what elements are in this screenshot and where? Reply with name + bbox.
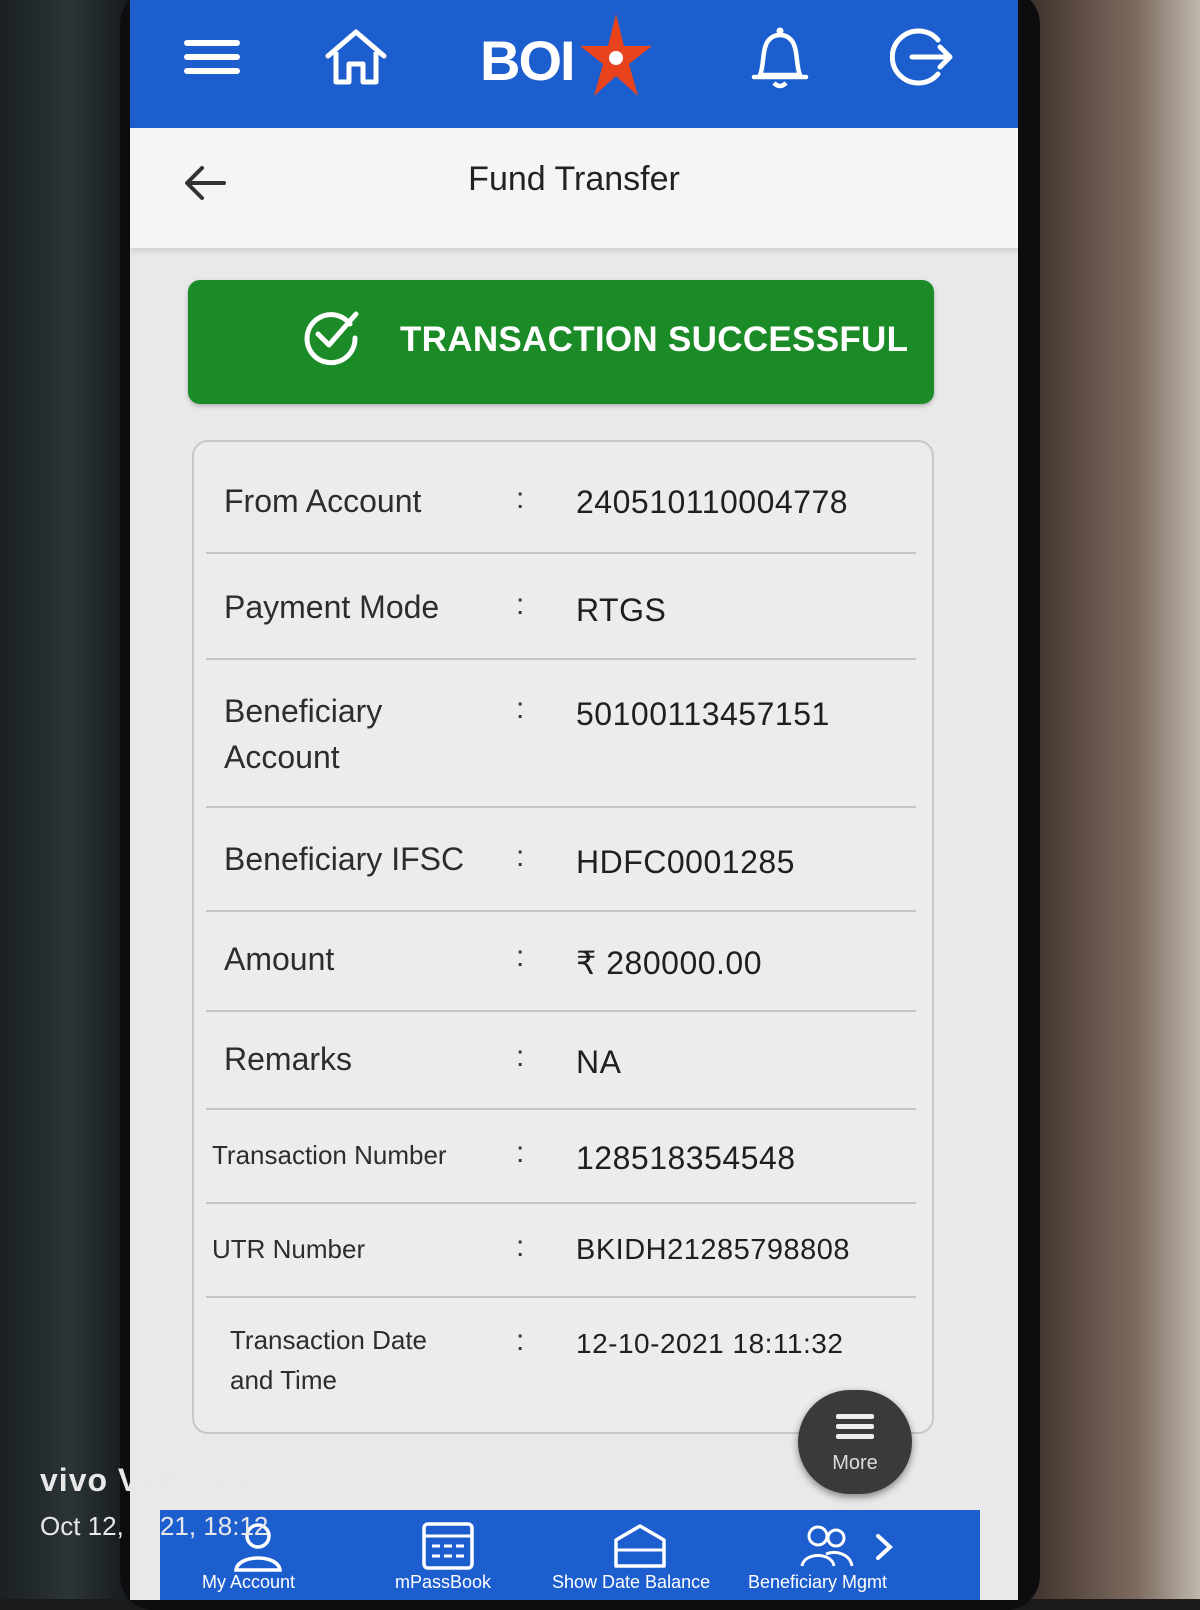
- camera-watermark: vivo V20 · Arya Oct 12, 2021, 18:12: [40, 1462, 270, 1542]
- detail-value: HDFC0001285: [576, 844, 795, 880]
- detail-value: ₹ 280000.00: [576, 945, 763, 981]
- more-label: More: [832, 1452, 878, 1474]
- chevron-right-icon[interactable]: [872, 1532, 896, 1562]
- detail-value: BKIDH21285798808: [576, 1234, 851, 1266]
- detail-label: Remarks: [224, 1041, 353, 1077]
- detail-separator: :: [516, 840, 525, 873]
- bottom-nav-label: Show Date Balance: [552, 1572, 711, 1592]
- detail-separator: :: [516, 1136, 525, 1169]
- top-app-bar: BOI: [130, 0, 1018, 128]
- detail-value: RTGS: [576, 592, 667, 628]
- detail-value: 50100113457151: [576, 696, 830, 732]
- detail-label: UTR Number: [212, 1234, 366, 1264]
- phone-frame: BOI Fund Transfer TRANSACTION SUCCESSFUL…: [120, 0, 1040, 1610]
- menu-icon[interactable]: [180, 22, 244, 92]
- title-bar: Fund Transfer: [130, 128, 1018, 248]
- passbook-icon: [422, 1522, 474, 1570]
- detail-separator: :: [516, 1230, 525, 1263]
- watermark-name: Arya: [204, 1462, 271, 1498]
- detail-separator: :: [516, 692, 525, 725]
- detail-separator: :: [516, 1040, 525, 1073]
- detail-row-utr-number: UTR Number : BKIDH21285798808: [206, 1204, 916, 1298]
- detail-row-transaction-number: Transaction Number : 128518354548: [206, 1110, 916, 1204]
- detail-value: 128518354548: [576, 1140, 796, 1176]
- balance-icon: [614, 1524, 666, 1568]
- boi-logo: BOI: [480, 10, 654, 110]
- bottom-nav-label: My Account: [202, 1572, 296, 1592]
- detail-label: Payment Mode: [224, 589, 440, 625]
- detail-label: Transaction Date and Time: [230, 1325, 428, 1395]
- detail-separator: :: [516, 482, 525, 515]
- detail-row-from-account: From Account : 240510110004778: [206, 442, 916, 554]
- detail-label: Beneficiary Account: [224, 693, 383, 775]
- detail-row-payment-mode: Payment Mode : RTGS: [206, 554, 916, 660]
- bottom-nav-label: mPassBook: [395, 1572, 492, 1592]
- detail-row-beneficiary-account: Beneficiary Account : 50100113457151: [206, 660, 916, 808]
- detail-value: NA: [576, 1044, 622, 1080]
- background-left: [0, 0, 140, 1599]
- detail-label: Amount: [224, 941, 335, 977]
- detail-separator: :: [516, 588, 525, 621]
- detail-row-remarks: Remarks : NA: [206, 1012, 916, 1110]
- app-screen: BOI Fund Transfer TRANSACTION SUCCESSFUL…: [130, 0, 1018, 1600]
- bottom-nav-label: Beneficiary Mgmt: [748, 1572, 888, 1592]
- detail-value: 240510110004778: [576, 484, 849, 520]
- logout-icon[interactable]: [888, 22, 958, 92]
- detail-label: Beneficiary IFSC: [224, 841, 465, 877]
- success-banner: TRANSACTION SUCCESSFUL: [188, 280, 934, 404]
- beneficiary-icon: [800, 1525, 854, 1567]
- bell-icon[interactable]: [745, 22, 815, 92]
- watermark-dot: ·: [186, 1462, 205, 1498]
- star-logo-icon: [579, 14, 652, 96]
- check-circle-icon: [300, 304, 362, 366]
- logo-text: BOI: [480, 28, 576, 92]
- detail-label: From Account: [224, 483, 422, 519]
- watermark-datetime: Oct 12, 2021, 18:12: [40, 1511, 269, 1541]
- detail-separator: :: [516, 940, 525, 973]
- detail-row-amount: Amount : ₹ 280000.00: [206, 912, 916, 1012]
- page-title: Fund Transfer: [468, 160, 680, 198]
- detail-row-transaction-datetime: Transaction Date and Time : 12-10-2021 1…: [206, 1298, 916, 1418]
- more-button[interactable]: More: [798, 1390, 912, 1494]
- watermark-device-line: vivo V20 · Arya: [40, 1462, 270, 1499]
- watermark-device: vivo V20: [40, 1462, 178, 1498]
- more-menu-icon: [836, 1414, 874, 1444]
- transaction-details-card: From Account : 240510110004778 Payment M…: [192, 440, 934, 1434]
- success-message: TRANSACTION SUCCESSFUL: [400, 320, 909, 359]
- detail-label: Transaction Number: [212, 1140, 447, 1170]
- bottom-nav: My Account mPassBook Show Date Balance B…: [160, 1510, 980, 1600]
- detail-value: 12-10-2021 18:11:32: [576, 1328, 844, 1359]
- home-icon[interactable]: [320, 22, 392, 92]
- detail-separator: :: [516, 1324, 525, 1357]
- detail-row-beneficiary-ifsc: Beneficiary IFSC : HDFC0001285: [206, 808, 916, 912]
